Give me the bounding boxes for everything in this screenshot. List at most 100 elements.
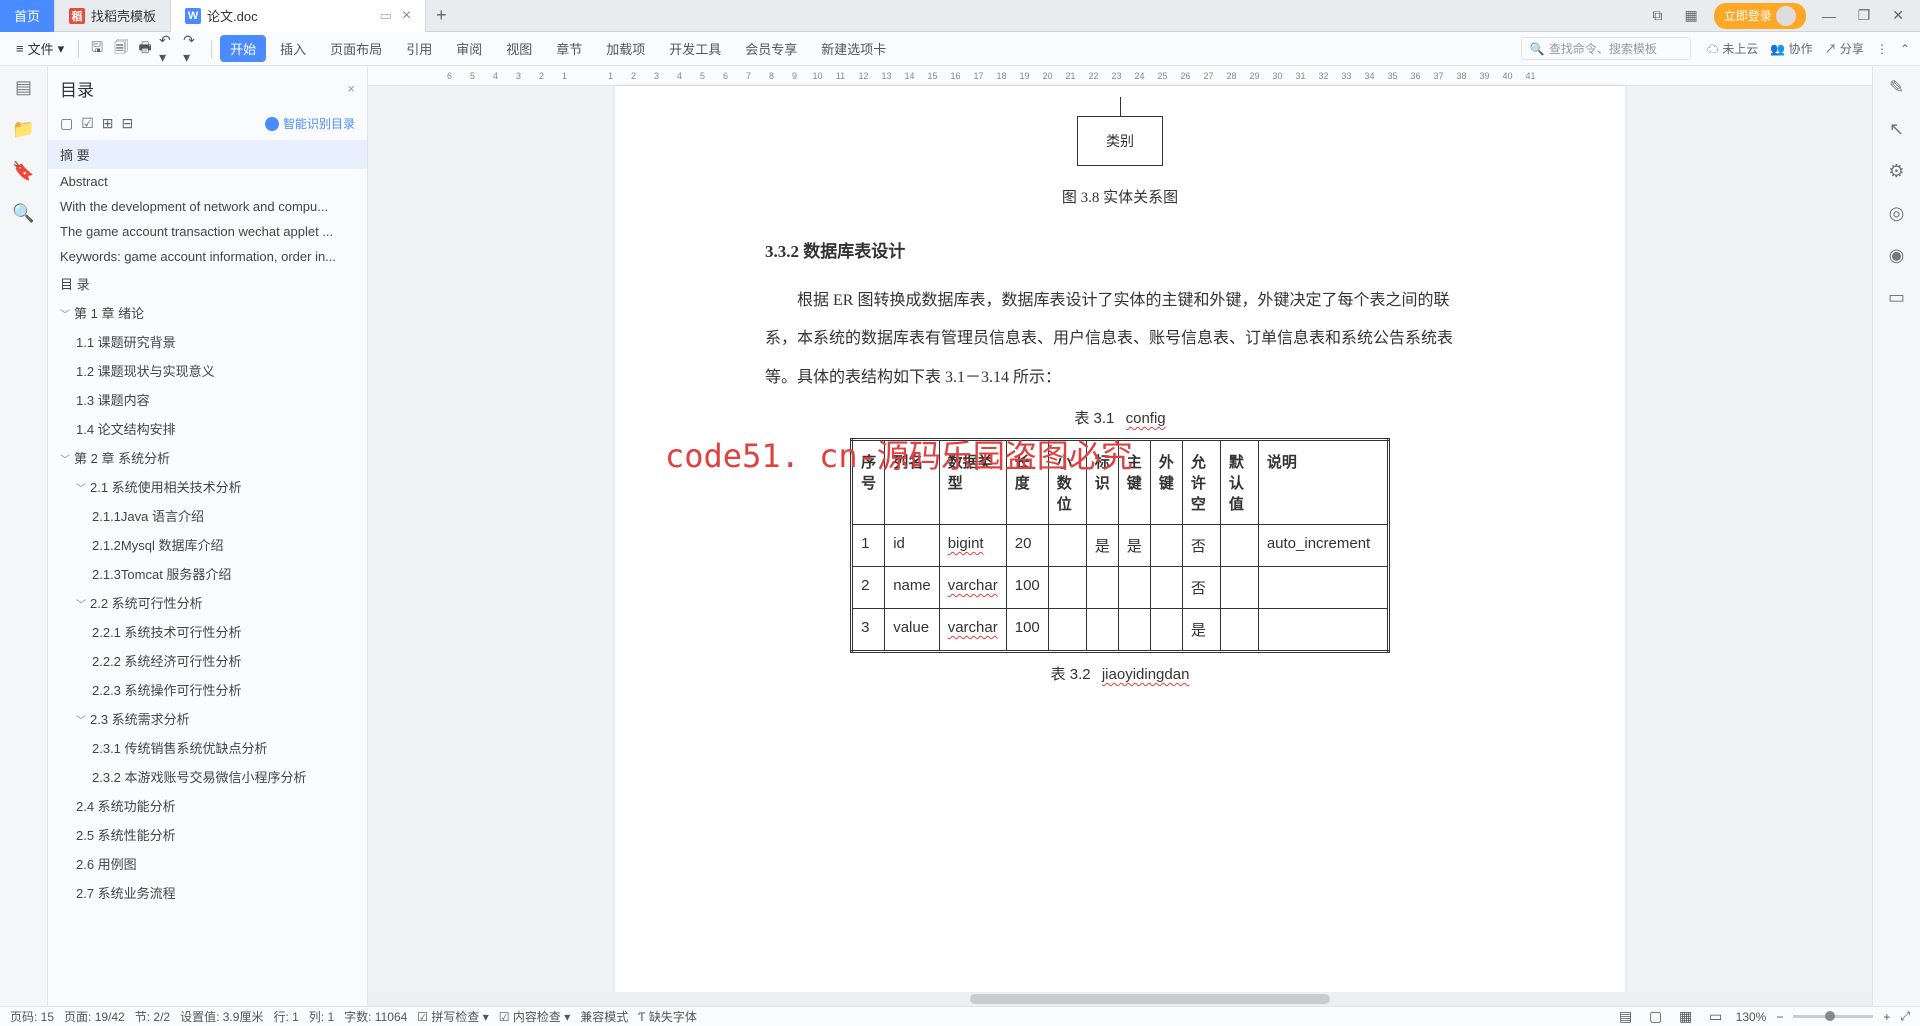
view-web-icon[interactable]: ▦ [1676,1007,1696,1026]
tab-dev[interactable]: 开发工具 [659,35,731,62]
find-icon[interactable]: 🔍 [13,202,35,224]
select-icon[interactable]: ↖ [1886,118,1908,140]
toc-item[interactable]: The game account transaction wechat appl… [48,219,367,244]
tab-review[interactable]: 审阅 [446,35,492,62]
zoom-slider[interactable] [1793,1015,1873,1018]
toc-item[interactable]: 2.1.1Java 语言介绍 [48,501,367,530]
tab-home[interactable]: 首页 [0,0,55,32]
tab-template[interactable]: 稻找稻壳模板 [55,0,171,32]
status-spell[interactable]: ☑ 拼写检查 ▾ [417,1008,488,1025]
toc-item[interactable]: 2.3.1 传统销售系统优缺点分析 [48,733,367,762]
toc-item[interactable]: 1.1 课题研究背景 [48,327,367,356]
read-icon[interactable]: ▭ [1886,286,1908,308]
collab-button[interactable]: 👥 协作 [1770,40,1812,57]
grid-icon[interactable]: ▦ [1678,7,1703,24]
entity-box: 类别 [1077,116,1163,166]
layout-icon[interactable]: ⧉ [1646,7,1668,24]
toc-item[interactable]: Keywords: game account information, orde… [48,244,367,269]
maximize-icon[interactable]: ❐ [1852,7,1877,24]
remove-icon[interactable]: ⊟ [122,115,134,132]
fullscreen-icon[interactable]: ⤢ [1900,1009,1910,1024]
heading-4: 3.3.2 数据库表设计 [765,237,1475,262]
expand-icon[interactable]: ▢ [60,115,73,132]
right-rail: ✎ ↖ ⚙ ◎ ◉ ▭ [1872,66,1920,1006]
tab-insert[interactable]: 插入 [270,35,316,62]
chevron-down-icon: ﹀ [76,712,88,727]
zoom-out-icon[interactable]: − [1776,1010,1783,1024]
toc-item[interactable]: 目 录 [48,269,367,298]
tab-view[interactable]: 视图 [496,35,542,62]
status-content[interactable]: ☑ 内容检查 ▾ [499,1008,570,1025]
tab-ref[interactable]: 引用 [396,35,442,62]
toc-item[interactable]: 2.2.1 系统技术可行性分析 [48,617,367,646]
status-col: 列: 1 [309,1008,334,1025]
toc-item[interactable]: Abstract [48,169,367,194]
share-button[interactable]: ↗ 分享 [1825,40,1864,57]
ai-toc-button[interactable]: 智能识别目录 [265,115,355,132]
table-header: 说明 [1258,440,1388,525]
minimize-icon[interactable]: — [1816,8,1842,24]
toc-item[interactable]: ﹀第 2 章 系统分析 [48,443,367,472]
undo-icon[interactable]: ↶ ▾ [159,39,179,59]
toc-item[interactable]: 2.5 系统性能分析 [48,820,367,849]
login-button[interactable]: 立即登录 [1714,3,1806,29]
toc-item[interactable]: 1.3 课题内容 [48,385,367,414]
toc-item[interactable]: 2.4 系统功能分析 [48,791,367,820]
tab-addon[interactable]: 加载项 [596,35,655,62]
table-header: 外键 [1150,440,1182,525]
toc-item[interactable]: 2.1.3Tomcat 服务器介绍 [48,559,367,588]
toc-item[interactable]: 2.2.3 系统操作可行性分析 [48,675,367,704]
collapse-all-icon[interactable]: ☑ [81,115,94,132]
cube-icon[interactable]: ◎ [1886,202,1908,224]
toc-item[interactable]: 2.6 用例图 [48,849,367,878]
tab-layout[interactable]: 页面布局 [320,35,392,62]
tab-start[interactable]: 开始 [220,35,266,62]
toc-item[interactable]: 摘 要 [48,140,367,169]
table-header: 允许空 [1182,440,1220,525]
more-icon[interactable]: ⋮ [1876,42,1888,56]
toc-item[interactable]: ﹀2.2 系统可行性分析 [48,588,367,617]
zoom-in-icon[interactable]: + [1883,1010,1890,1024]
collapse-icon[interactable]: ⌃ [1900,42,1910,56]
file-menu[interactable]: ≡ 文件 ▾ [10,37,70,60]
tab-document[interactable]: W论文.doc▭× [171,0,426,32]
add-icon[interactable]: ⊞ [102,115,114,132]
pen-icon[interactable]: ✎ [1886,76,1908,98]
status-font[interactable]: Ƭ 缺失字体 [638,1008,697,1025]
toc-item[interactable]: ﹀2.1 系统使用相关技术分析 [48,472,367,501]
toc-item[interactable]: 1.2 课题现状与实现意义 [48,356,367,385]
new-tab-button[interactable]: + [426,5,456,26]
folder-icon[interactable]: 📁 [13,118,35,140]
target-icon[interactable]: ◉ [1886,244,1908,266]
cloud-button[interactable]: ☁ 未上云 [1707,40,1758,57]
toc-item[interactable]: ﹀第 1 章 绪论 [48,298,367,327]
print-icon[interactable]: 🗐 [111,39,131,59]
close-icon[interactable]: × [402,7,411,25]
preview-icon[interactable]: 🖶 [135,39,155,59]
search-input[interactable]: 🔍查找命令、搜索模板 [1521,37,1691,60]
toc-item[interactable]: ﹀2.3 系统需求分析 [48,704,367,733]
toc-item[interactable]: 2.3.2 本游戏账号交易微信小程序分析 [48,762,367,791]
bookmark-icon[interactable]: 🔖 [13,160,35,182]
close-window-icon[interactable]: ✕ [1886,7,1910,24]
toc-item[interactable]: With the development of network and comp… [48,194,367,219]
table-header: 默认值 [1220,440,1258,525]
tab-menu-icon[interactable]: ▭ [380,8,392,24]
toc-item[interactable]: 1.4 论文结构安排 [48,414,367,443]
tab-newtab[interactable]: 新建选项卡 [811,35,896,62]
toc-item[interactable]: 2.7 系统业务流程 [48,878,367,907]
redo-icon[interactable]: ↷ ▾ [183,39,203,59]
view-page-icon[interactable]: ▢ [1646,1007,1666,1026]
horizontal-scrollbar[interactable] [368,992,1872,1006]
close-panel-icon[interactable]: × [347,81,355,96]
tab-chapter[interactable]: 章节 [546,35,592,62]
view-read-icon[interactable]: ▭ [1706,1007,1726,1026]
save-icon[interactable]: 🖫 [87,39,107,59]
outline-icon[interactable]: ▤ [13,76,35,98]
table-row: 1idbigint20是是否auto_increment [852,525,1389,567]
tab-vip[interactable]: 会员专享 [735,35,807,62]
toc-item[interactable]: 2.1.2Mysql 数据库介绍 [48,530,367,559]
settings-icon[interactable]: ⚙ [1886,160,1908,182]
toc-item[interactable]: 2.2.2 系统经济可行性分析 [48,646,367,675]
view-outline-icon[interactable]: ▤ [1616,1007,1636,1026]
